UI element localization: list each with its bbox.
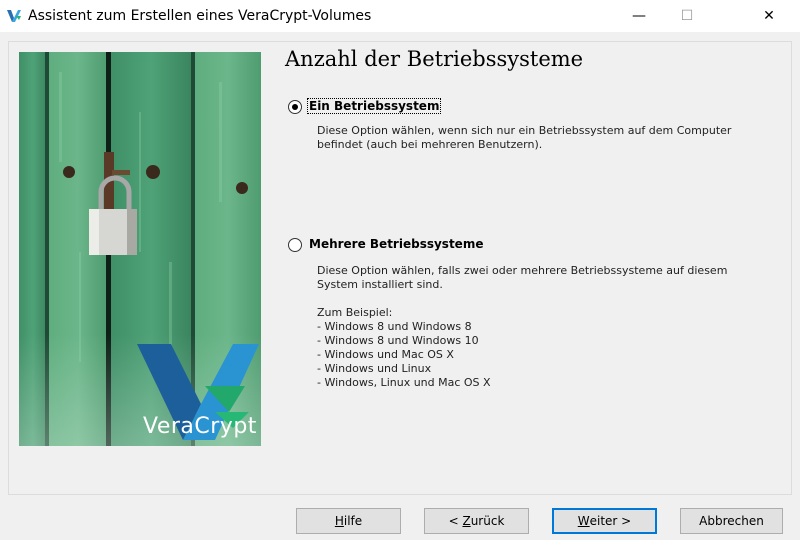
- close-icon: ✕: [763, 8, 775, 24]
- close-button[interactable]: ✕: [746, 0, 792, 32]
- minimize-icon: —: [632, 8, 646, 24]
- wizard-side-image: VeraCrypt: [19, 52, 261, 446]
- single-os-radio[interactable]: [288, 100, 302, 114]
- help-button[interactable]: Hilfe: [296, 508, 401, 534]
- single-os-label[interactable]: Ein Betriebssystem: [307, 98, 442, 114]
- maximize-button[interactable]: ☐: [664, 0, 710, 32]
- radio-selected-dot: [292, 104, 298, 110]
- maximize-icon: ☐: [680, 8, 694, 24]
- title-bar: Assistent zum Erstellen eines VeraCrypt-…: [0, 0, 800, 32]
- multi-os-label[interactable]: Mehrere Betriebssysteme: [309, 237, 483, 251]
- padlock-door-illustration: [19, 52, 261, 446]
- multi-os-description: Diese Option wählen, falls zwei oder meh…: [317, 264, 728, 389]
- cancel-button[interactable]: Abbrechen: [680, 508, 783, 534]
- veracrypt-logo-text: VeraCrypt: [143, 414, 257, 439]
- window-title: Assistent zum Erstellen eines VeraCrypt-…: [28, 8, 372, 24]
- veracrypt-app-icon: [7, 10, 21, 22]
- page-title: Anzahl der Betriebssysteme: [285, 47, 584, 71]
- minimize-button[interactable]: —: [616, 0, 662, 32]
- back-button[interactable]: < Zurück: [424, 508, 529, 534]
- multi-os-radio[interactable]: [288, 238, 302, 252]
- single-os-description: Diese Option wählen, wenn sich nur ein B…: [317, 124, 732, 151]
- next-button[interactable]: Weiter >: [552, 508, 657, 534]
